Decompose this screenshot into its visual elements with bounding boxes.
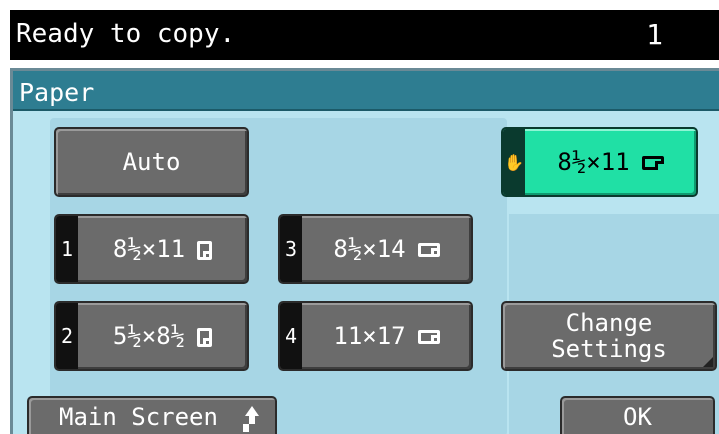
selected-paper-size: 8½×11 bbox=[557, 148, 630, 176]
status-bar: Ready to copy. 1 bbox=[10, 10, 719, 60]
main-screen-button[interactable]: Main Screen bbox=[27, 396, 277, 434]
panel-title: Paper bbox=[19, 78, 95, 107]
paper-panel: Paper Auto ✋ 8½×11 1 8½×11 3 8½×14 2 5½×… bbox=[10, 68, 719, 434]
change-settings-line-1: Change bbox=[565, 309, 653, 337]
return-arrow-icon bbox=[243, 406, 261, 428]
main-screen-label: Main Screen bbox=[59, 403, 218, 431]
tray-3-button[interactable]: 3 8½×14 bbox=[278, 214, 473, 284]
tray-4-size: 11×17 bbox=[333, 322, 406, 350]
tray-3-size: 8½×14 bbox=[333, 235, 406, 263]
tray-number: 2 bbox=[56, 303, 78, 369]
landscape-paper-icon bbox=[417, 243, 440, 257]
auto-label: Auto bbox=[122, 148, 181, 176]
tray-number: 3 bbox=[280, 216, 302, 282]
copy-count: 1 bbox=[646, 18, 663, 51]
corner-indicator-icon bbox=[703, 357, 713, 367]
portrait-paper-icon bbox=[197, 240, 213, 260]
auto-paper-button[interactable]: Auto bbox=[54, 127, 249, 197]
status-message: Ready to copy. bbox=[16, 19, 236, 49]
ok-label: OK bbox=[623, 403, 652, 431]
panel-header: Paper bbox=[13, 71, 719, 111]
tray-2-button[interactable]: 2 5½×8½ bbox=[54, 301, 249, 371]
tray-1-size: 8½×11 bbox=[112, 235, 186, 263]
tray-4-button[interactable]: 4 11×17 bbox=[278, 301, 473, 371]
ok-button[interactable]: OK bbox=[560, 396, 715, 434]
landscape-paper-icon bbox=[417, 330, 440, 344]
landscape-paper-icon bbox=[641, 156, 664, 170]
tray-1-button[interactable]: 1 8½×11 bbox=[54, 214, 249, 284]
change-settings-line-2: Settings bbox=[551, 335, 667, 363]
manual-bypass-paper-button[interactable]: ✋ 8½×11 bbox=[501, 127, 698, 197]
tray-2-size: 5½×8½ bbox=[112, 322, 186, 350]
tray-number: 1 bbox=[56, 216, 78, 282]
copy-paper-screen: Ready to copy. 1 Paper Auto ✋ 8½×11 1 8½… bbox=[0, 0, 719, 434]
portrait-paper-icon bbox=[197, 327, 213, 347]
change-settings-button[interactable]: Change Settings bbox=[501, 301, 717, 371]
hand-icon: ✋ bbox=[503, 129, 525, 195]
tray-number: 4 bbox=[280, 303, 302, 369]
